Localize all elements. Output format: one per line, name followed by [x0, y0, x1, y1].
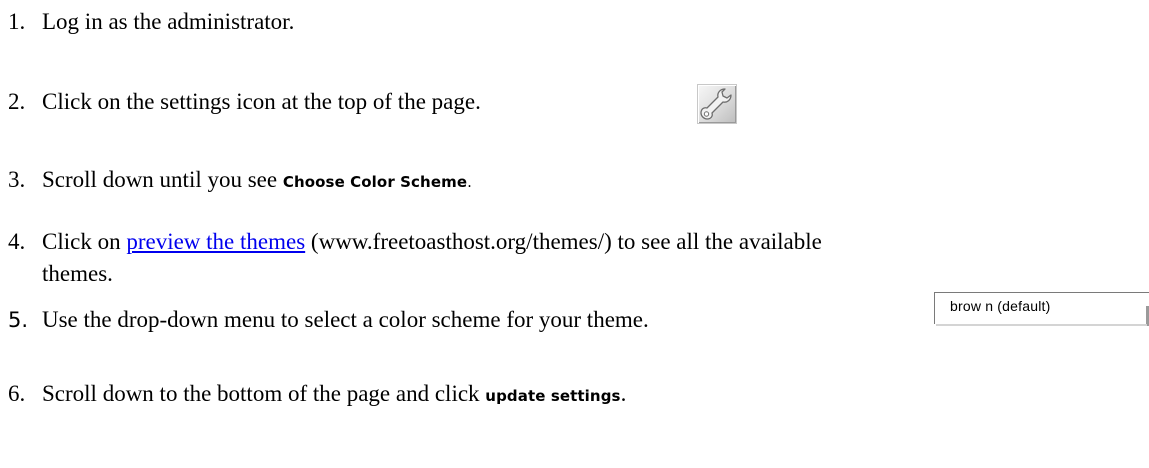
preview-themes-link[interactable]: preview the themes — [126, 229, 305, 254]
dropdown-shadow — [936, 324, 1147, 326]
step-6: 6. Scroll down to the bottom of the page … — [8, 380, 626, 410]
step-number: 5. — [8, 308, 29, 332]
color-scheme-dropdown[interactable]: brow n (default) — [934, 292, 1149, 324]
step-text-prefix: Click on — [42, 229, 127, 254]
settings-wrench-icon — [697, 84, 737, 124]
step-2: 2. Click on the settings icon at the top … — [8, 88, 481, 116]
dropdown-selected-value: brow n (default) — [950, 298, 1051, 314]
step-number: 1. — [8, 9, 26, 34]
step-text: (www.freetoasthost.org/themes/) to see a… — [305, 229, 822, 254]
wrench-icon — [700, 88, 732, 120]
step-number: 4. — [8, 229, 26, 254]
step-4: 4. Click on preview the themes (www.freet… — [8, 228, 822, 256]
step-1: 1. Log in as the administrator. — [8, 8, 294, 36]
step-number: 6. — [8, 381, 26, 406]
step-text: Click on the settings icon at the top of… — [42, 89, 481, 114]
step-text: Use the drop-down menu to select a color… — [42, 307, 649, 332]
step-3: 3. Scroll down until you see Choose Color… — [8, 166, 472, 196]
step-suffix: . — [467, 173, 472, 191]
step-number: 2. — [8, 89, 26, 114]
choose-color-scheme-label: Choose Color Scheme — [282, 173, 468, 191]
update-settings-label: update settings — [485, 387, 621, 405]
step-text: Scroll down to the bottom of the page an… — [42, 381, 486, 406]
step-5: 5. Use the drop-down menu to select a col… — [8, 306, 649, 334]
step-suffix: . — [620, 381, 627, 406]
step-text: Scroll down until you see — [42, 167, 283, 192]
step-number: 3. — [8, 167, 26, 192]
step-text: Log in as the administrator. — [42, 9, 295, 34]
step-4-continuation: themes. — [42, 261, 113, 286]
